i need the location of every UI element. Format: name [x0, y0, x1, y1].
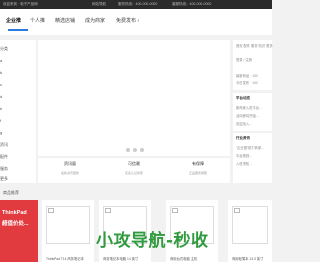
- stat-sub: 最新资讯更新: [60, 171, 79, 175]
- quick-link[interactable]: 知识: [259, 44, 266, 48]
- quick-link[interactable]: 首页: [236, 44, 243, 48]
- sidebar-item[interactable]: b: [0, 70, 2, 75]
- stat-sub: 正品服务保障: [188, 171, 207, 175]
- section-title: 商品推荐: [3, 190, 19, 195]
- active-tab-indicator: [8, 29, 28, 31]
- top-bar: 欢迎来到 · 电子产品网 网站导航 服务热线：400-000-0000 客服热线…: [0, 0, 272, 9]
- sidebar-item[interactable]: 服务: [0, 166, 8, 172]
- sidebar-item[interactable]: a: [0, 58, 2, 63]
- tab-enterprise[interactable]: 企业推: [6, 17, 21, 24]
- stat-item: 资讯量 最新资讯更新: [38, 161, 102, 175]
- notice-item[interactable]: 新商家入驻平台…: [236, 105, 262, 110]
- product-card[interactable]: 商用轻薄本 13.3 英寸: [228, 200, 272, 262]
- product-name[interactable]: ThinkPad T14 商务笔记本: [46, 256, 84, 261]
- tab-stores[interactable]: 精选店铺: [55, 17, 75, 24]
- sidebar-item[interactable]: g: [0, 130, 2, 135]
- carousel-dot[interactable]: [126, 148, 130, 152]
- news-title: 行业资讯: [236, 136, 250, 140]
- news-panel: 行业资讯 “企业推”助力商家… 平台规则… 入驻须知…: [233, 133, 272, 183]
- sidebar-item[interactable]: d: [0, 94, 2, 99]
- image-placeholder-icon: [234, 208, 240, 213]
- tab-personal[interactable]: 个人推: [30, 17, 45, 24]
- tips-text: 客服热线：400-000-0000: [172, 2, 212, 6]
- product-name[interactable]: 商务笔记本电脑 14 英寸: [103, 256, 138, 261]
- quick-link[interactable]: 服务: [251, 44, 258, 48]
- carousel-dot[interactable]: [140, 148, 144, 152]
- promo-banner[interactable]: ThinkPad 超值价处...: [0, 200, 38, 262]
- notice-item[interactable]: 欢迎加入…: [236, 121, 252, 126]
- login-link[interactable]: 登录 / 注册: [236, 57, 252, 62]
- stat-sub: 实名认证商家: [124, 171, 143, 175]
- image-placeholder-icon: [48, 208, 54, 213]
- site-nav-link[interactable]: 网站导航: [92, 0, 106, 9]
- notice-title: 平台动态: [236, 96, 250, 100]
- product-image[interactable]: [46, 206, 90, 244]
- quick-links[interactable]: 首页 配件 服务 知识 更多: [236, 43, 273, 48]
- product-name[interactable]: 商用台式电脑 主机: [170, 256, 197, 261]
- user-panel: 首页 配件 服务 知识 更多 登录 / 注册 最新商品 · 100 今日发布 ·…: [233, 40, 273, 90]
- notice-item[interactable]: 活动即将开始…: [236, 113, 259, 118]
- tab-merchant[interactable]: 成为商家: [85, 17, 105, 24]
- feature-stats: 资讯量 最新资讯更新 可信赖 实名认证商家 有保障 正品服务保障: [38, 158, 230, 183]
- promo-line: ThinkPad: [2, 210, 27, 216]
- image-placeholder-icon: [172, 208, 178, 213]
- panel-line: 今日发布 · 100: [236, 81, 258, 85]
- carousel-dot[interactable]: [133, 148, 137, 152]
- welcome-text: 欢迎来到 · 电子产品网: [3, 2, 38, 6]
- image-placeholder-icon: [105, 208, 111, 213]
- notice-panel: 平台动态 新商家入驻平台… 活动即将开始… 欢迎加入…: [233, 93, 272, 131]
- service-text: 服务热线：400-000-0000: [118, 2, 158, 6]
- sidebar-item[interactable]: 分类: [0, 46, 8, 52]
- quick-link[interactable]: 更多: [266, 44, 273, 48]
- product-card[interactable]: ThinkPad T14 商务笔记本: [42, 200, 94, 262]
- stat-item: 有保障 正品服务保障: [166, 161, 230, 175]
- stat-title: 有保障: [192, 161, 204, 166]
- tab-free-apply[interactable]: 免费发布 ›: [116, 17, 139, 24]
- main-banner[interactable]: [38, 40, 230, 156]
- sidebar-item[interactable]: 更多: [0, 176, 8, 182]
- product-image[interactable]: [232, 206, 268, 244]
- quick-link[interactable]: 配件: [244, 44, 251, 48]
- watermark-text: 小攻导航-秒收: [96, 231, 209, 251]
- panel-line: 最新商品 · 100: [236, 74, 258, 78]
- news-item[interactable]: 平台规则…: [236, 153, 252, 158]
- sidebar-item[interactable]: f: [0, 118, 1, 123]
- product-name[interactable]: 商用轻薄本 13.3 英寸: [232, 256, 263, 261]
- promo-line: 超值价处...: [2, 221, 29, 227]
- sidebar-item[interactable]: c: [0, 82, 2, 87]
- category-sidebar: 分类 a b c d e f g 资讯 配件 服务 更多: [0, 40, 36, 183]
- stat-item: 可信赖 实名认证商家: [102, 161, 166, 175]
- stat-title: 可信赖: [128, 161, 140, 166]
- sidebar-item[interactable]: e: [0, 106, 2, 111]
- sidebar-item[interactable]: 资讯: [0, 142, 8, 148]
- sidebar-item[interactable]: 配件: [0, 154, 8, 160]
- header-nav: 企业推 个人推 精选店铺 成为商家 免费发布 ›: [0, 9, 272, 35]
- news-item[interactable]: 入驻须知…: [236, 161, 252, 166]
- stat-title: 资讯量: [64, 161, 76, 166]
- news-item[interactable]: “企业推”助力商家…: [236, 145, 265, 150]
